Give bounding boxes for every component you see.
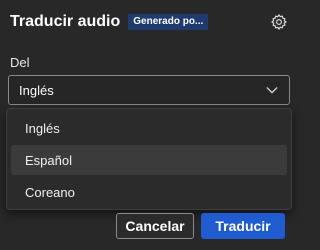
settings-button[interactable]	[268, 11, 290, 33]
from-language-select[interactable]: Inglés	[8, 75, 290, 105]
language-option-espanol[interactable]: Español	[11, 145, 287, 175]
from-language-label: Del	[10, 55, 30, 70]
dialog-header: Traducir audio Generado po...	[10, 10, 290, 34]
translate-button[interactable]: Traducir	[201, 213, 285, 239]
ai-generated-badge[interactable]: Generado po...	[128, 14, 209, 30]
language-dropdown-menu: Inglés Español Coreano	[6, 108, 292, 210]
language-option-coreano[interactable]: Coreano	[11, 177, 287, 207]
dialog-title: Traducir audio	[10, 13, 121, 30]
dialog-footer: Cancelar Traducir	[0, 213, 300, 239]
language-option-ingles[interactable]: Inglés	[11, 113, 287, 143]
from-language-value: Inglés	[19, 82, 54, 98]
chevron-down-icon	[266, 87, 278, 94]
gear-icon	[271, 14, 287, 30]
cancel-button[interactable]: Cancelar	[116, 213, 194, 239]
